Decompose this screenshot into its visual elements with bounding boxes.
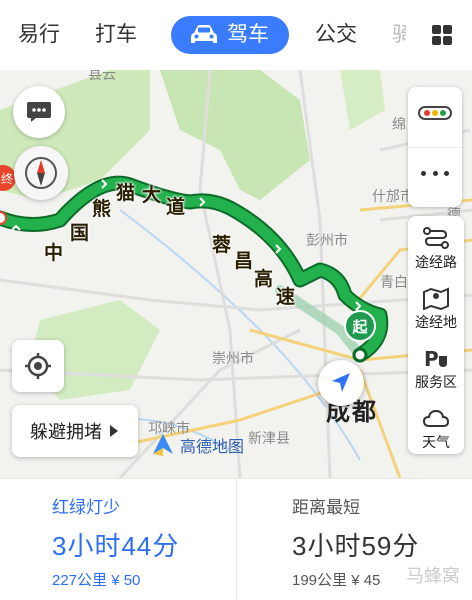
route-tag: 距离最短 <box>292 498 360 517</box>
road-name-char: 大 <box>142 185 162 206</box>
compass-button[interactable] <box>14 146 68 200</box>
grid-menu-icon[interactable] <box>432 25 452 45</box>
road-name-char: 国 <box>70 223 90 244</box>
tab-yixing[interactable]: 易行 <box>18 20 60 50</box>
road-name-char: 猫 <box>116 183 136 204</box>
service-area-label: 服务区 <box>415 374 457 390</box>
tab-ride[interactable]: 骑 <box>392 20 406 50</box>
start-marker: 起 <box>344 310 376 342</box>
road-name-char: 高 <box>254 269 274 290</box>
amap-watermark: 高德地图 <box>150 432 244 458</box>
map-pin-icon <box>423 287 449 310</box>
svg-text:P: P <box>424 347 439 370</box>
amap-logo-icon <box>153 434 173 456</box>
route-duration: 3小时59分 <box>292 531 420 561</box>
route-option-fewer-lights[interactable]: 红绿灯少 3小时44分 227公里 ¥ 50 <box>0 479 236 600</box>
via-road-button[interactable]: 途经路 <box>408 218 464 278</box>
message-button[interactable] <box>13 86 65 138</box>
via-road-icon <box>423 227 449 249</box>
car-icon <box>191 25 217 43</box>
map-view[interactable]: 县云 绵 什邡市 德阳 彭州市 青白 崇州市 邛崃市 新津县 成都 中国熊猫大道… <box>0 70 472 478</box>
tab-drive[interactable]: 驾车 <box>171 16 289 54</box>
map-label-pengzhou: 彭州市 <box>306 232 348 248</box>
play-icon <box>110 425 118 437</box>
via-point-button[interactable]: 途经地 <box>408 278 464 338</box>
message-icon <box>27 102 51 122</box>
traffic-light-icon[interactable] <box>418 106 452 120</box>
weather-button[interactable]: 天气 <box>408 398 464 458</box>
mafengwo-watermark: 马蜂窝 <box>406 566 460 586</box>
via-point-label: 途经地 <box>415 314 457 330</box>
road-name-char: 中 <box>44 243 64 264</box>
map-label-top: 县云 <box>88 70 116 82</box>
road-name-char: 昌 <box>234 251 254 272</box>
avoid-congestion-label: 躲避拥堵 <box>30 422 102 442</box>
road-name-char: 蓉 <box>212 235 232 256</box>
current-location-arrow-icon <box>318 360 364 406</box>
service-area-button[interactable]: P 服务区 <box>408 338 464 398</box>
route-tag: 红绿灯少 <box>52 498 120 517</box>
route-distance-cost: 227公里 ¥ 50 <box>52 572 141 589</box>
watermark-text: 高德地图 <box>180 439 245 456</box>
route-tools-panel: 途经路 途经地 P 服务区 天气 <box>408 216 464 454</box>
route-duration: 3小时44分 <box>52 531 180 561</box>
road-name-char: 熊 <box>92 199 112 220</box>
weather-label: 天气 <box>422 434 450 450</box>
map-label-chongzhou: 崇州市 <box>212 350 254 366</box>
map-label-qingbai: 青白 <box>380 274 408 290</box>
road-name-char: 速 <box>276 287 296 308</box>
more-options-icon[interactable] <box>421 171 449 177</box>
tab-bus[interactable]: 公交 <box>315 20 357 50</box>
road-name-char: 道 <box>166 197 186 218</box>
map-label-xinjin: 新津县 <box>248 430 290 446</box>
compass-icon <box>25 157 57 189</box>
map-layer-controls <box>408 87 462 207</box>
weather-cloud-icon <box>422 409 450 427</box>
locate-me-button[interactable] <box>12 340 64 392</box>
tab-drive-label: 驾车 <box>227 23 269 46</box>
avoid-congestion-button[interactable]: 躲避拥堵 <box>12 405 138 457</box>
service-area-icon: P <box>424 347 447 370</box>
tab-taxi[interactable]: 打车 <box>95 20 137 50</box>
route-options: 红绿灯少 3小时44分 227公里 ¥ 50 距离最短 3小时59分 199公里… <box>0 478 472 600</box>
locate-icon <box>25 353 51 379</box>
map-label-mianzhu: 绵 <box>392 116 406 132</box>
transport-mode-tabs: 易行 打车 驾车 公交 骑 <box>0 0 472 70</box>
via-road-label: 途经路 <box>415 254 457 270</box>
